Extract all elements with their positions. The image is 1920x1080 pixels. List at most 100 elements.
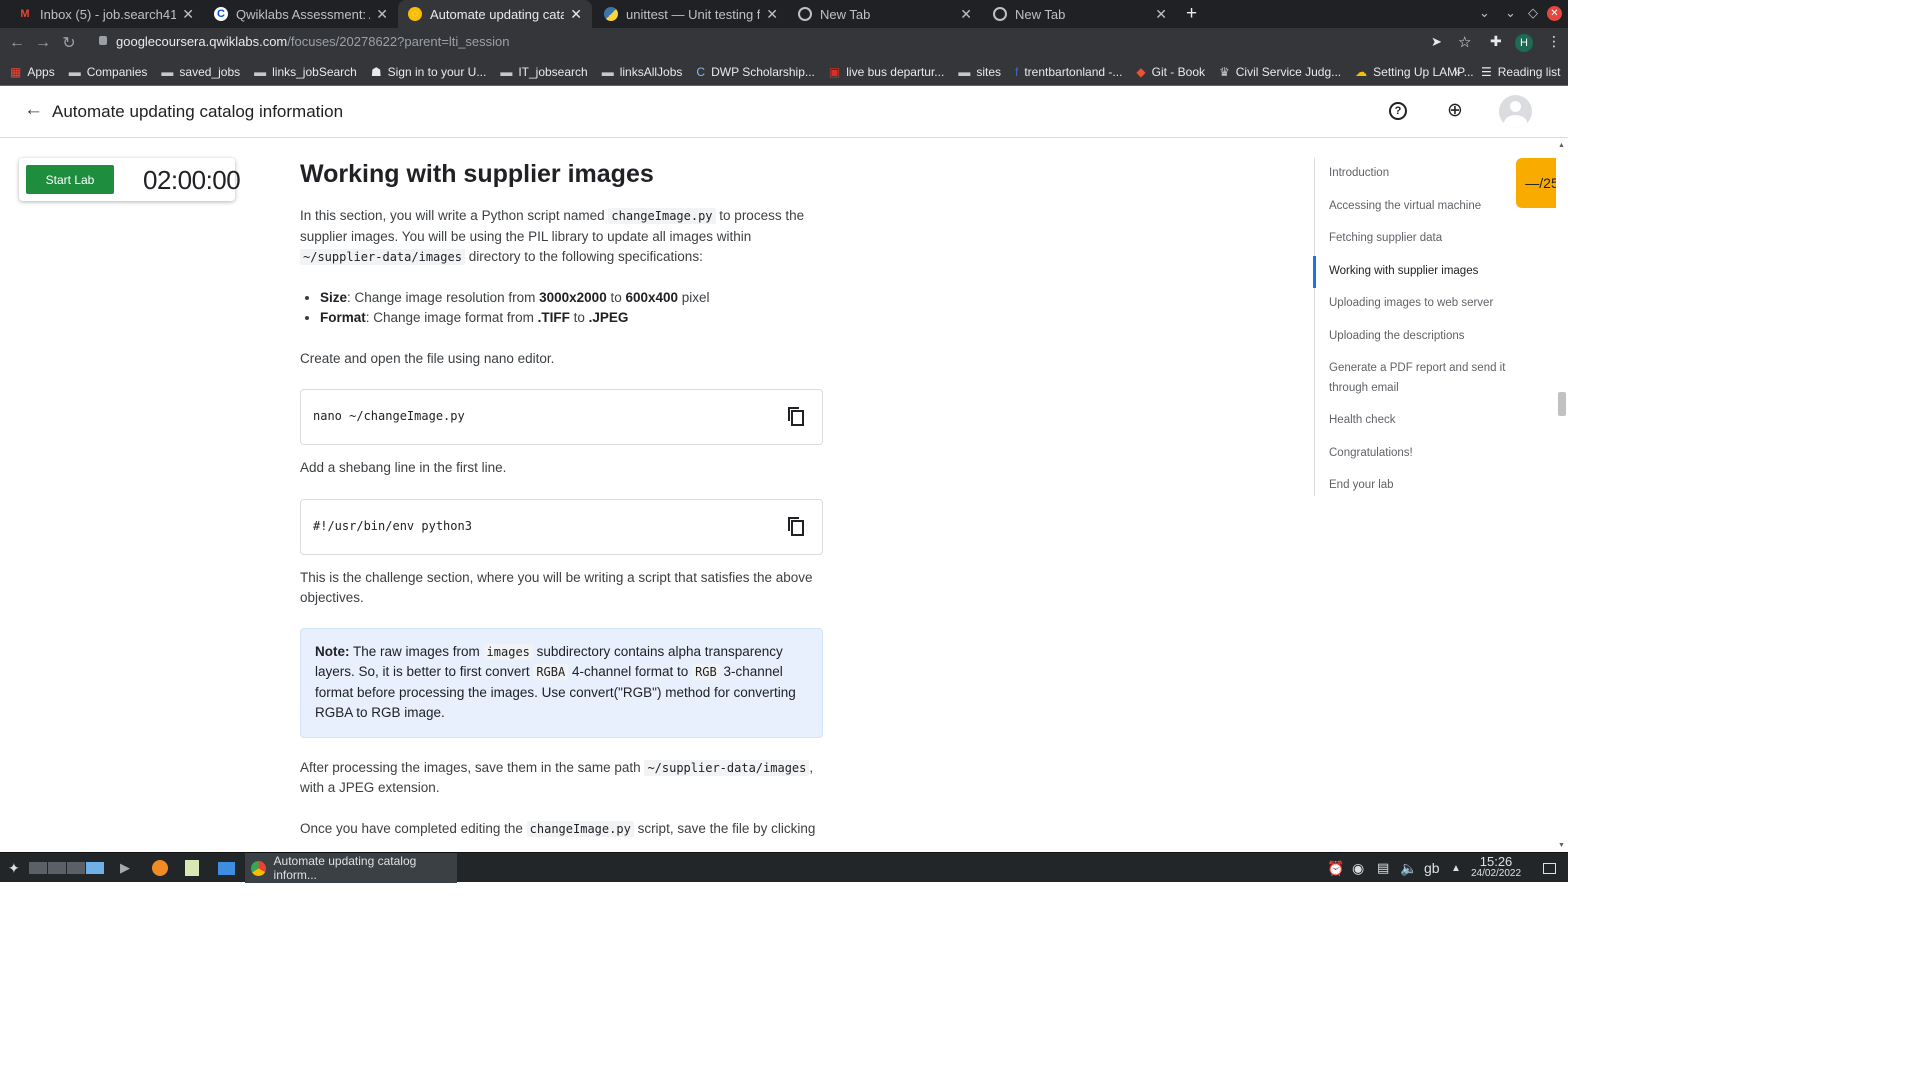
text: directory to the following specification…: [464, 249, 703, 264]
bookmark-item[interactable]: ☗ Sign in to your U...: [371, 65, 486, 79]
bookmarks-overflow-icon[interactable]: »: [1454, 65, 1461, 79]
tab-new-2[interactable]: New Tab ✕: [983, 0, 1177, 28]
clipboard-icon[interactable]: ▤: [1377, 853, 1389, 883]
forward-icon[interactable]: →: [30, 34, 56, 52]
toc-item[interactable]: Accessing the virtual machine: [1315, 197, 1514, 217]
tab-qwiklabs-assessment[interactable]: C Qwiklabs Assessment: Autom ✕: [204, 0, 398, 28]
volume-icon[interactable]: 🔈: [1400, 853, 1417, 883]
note-callout: Note: The raw images from images subdire…: [300, 627, 823, 738]
copy-icon[interactable]: [786, 406, 806, 428]
desktop-1[interactable]: [29, 862, 47, 874]
chrome-icon: [993, 7, 1007, 21]
bookmark-item[interactable]: ◆ Git - Book: [1136, 65, 1205, 79]
code-block: #!/usr/bin/env python3: [300, 498, 823, 555]
toc-item[interactable]: End your lab: [1315, 476, 1514, 496]
desktop-3[interactable]: [67, 862, 85, 874]
maximize-icon[interactable]: ◇: [1528, 5, 1538, 21]
scroll-up-icon[interactable]: ▲: [1558, 142, 1565, 149]
language-globe-icon[interactable]: ⊕: [1447, 99, 1463, 122]
bookmark-item[interactable]: ▬ IT_jobsearch: [500, 65, 587, 79]
bookmark-item[interactable]: ▦ Apps: [10, 65, 55, 79]
toc-item[interactable]: Working with supplier images: [1313, 255, 1514, 287]
network-icon[interactable]: ◉: [1352, 853, 1364, 883]
window-close-icon[interactable]: ✕: [1547, 6, 1562, 21]
send-icon[interactable]: ➤: [1431, 34, 1442, 50]
text: In this section, you will write a Python…: [300, 208, 609, 223]
virtual-desktop-pager[interactable]: [29, 853, 104, 883]
user-avatar[interactable]: [1499, 95, 1532, 128]
code-text[interactable]: nano ~/changeImage.py: [313, 409, 465, 423]
desktop-4[interactable]: [86, 862, 104, 874]
tab-gmail[interactable]: M Inbox (5) - job.search4198t@ ✕: [8, 0, 204, 28]
toc-item[interactable]: Congratulations!: [1315, 444, 1514, 464]
system-tray-expand-icon[interactable]: ▲: [1451, 853, 1461, 883]
bookmark-item[interactable]: ▬ linksAllJobs: [602, 65, 683, 79]
extensions-icon[interactable]: ✚: [1490, 33, 1502, 50]
text: Once you have completed editing the: [300, 820, 527, 836]
url-host: googlecoursera.qwiklabs.com: [116, 34, 288, 49]
code-text[interactable]: #!/usr/bin/env python3: [313, 519, 472, 533]
toc-item[interactable]: Uploading images to web server: [1315, 294, 1514, 314]
close-icon[interactable]: ✕: [960, 6, 972, 23]
avatar-head: [1510, 101, 1521, 112]
toc-item[interactable]: Generate a PDF report and send it throug…: [1315, 359, 1514, 398]
bookmark-item[interactable]: ▬ Companies: [69, 65, 148, 79]
tab-title: Inbox (5) - job.search4198t@: [40, 6, 177, 22]
tab-unittest[interactable]: unittest — Unit testing frame ✕: [594, 0, 788, 28]
toc-item[interactable]: Uploading the descriptions: [1315, 327, 1514, 347]
start-lab-button[interactable]: Start Lab: [26, 165, 114, 194]
inline-code: changeImage.py: [608, 208, 716, 224]
bookmark-item[interactable]: ▬ links_jobSearch: [254, 65, 357, 79]
bookmark-item[interactable]: C DWP Scholarship...: [696, 65, 815, 79]
bookmark-label: Companies: [86, 64, 148, 79]
desktop-2[interactable]: [48, 862, 66, 874]
taskbar-active-window[interactable]: Automate updating catalog inform...: [245, 853, 457, 883]
scroll-down-icon[interactable]: ▼: [1558, 842, 1565, 849]
bookmark-item[interactable]: ▬ saved_jobs: [161, 65, 240, 79]
copy-icon[interactable]: [786, 516, 806, 538]
show-desktop-icon[interactable]: [1543, 853, 1556, 883]
terminal-icon[interactable]: ▶: [120, 853, 130, 883]
tab-new-1[interactable]: New Tab ✕: [788, 0, 982, 28]
profile-avatar[interactable]: H: [1515, 34, 1533, 52]
close-icon[interactable]: ✕: [570, 6, 582, 23]
bookmark-item[interactable]: f trentbartonland -...: [1015, 65, 1122, 79]
kebab-menu-icon[interactable]: ⋮: [1547, 33, 1561, 50]
text-editor-icon[interactable]: [185, 853, 199, 883]
reading-list-button[interactable]: ☰ Reading list: [1481, 65, 1560, 79]
close-icon[interactable]: ✕: [182, 6, 194, 23]
help-icon[interactable]: ?: [1389, 102, 1407, 120]
app-launcher-icon[interactable]: ✦: [8, 853, 20, 883]
tab-search-icon[interactable]: ⌄: [1479, 5, 1490, 21]
close-icon[interactable]: ✕: [1155, 6, 1167, 23]
lock-icon[interactable]: [99, 36, 107, 45]
minimize-icon[interactable]: ⌄: [1505, 5, 1516, 21]
page-scrollbar[interactable]: [1556, 140, 1568, 852]
file-manager-icon[interactable]: [218, 853, 235, 883]
toc-item[interactable]: Health check: [1315, 411, 1514, 431]
back-arrow-icon[interactable]: ←: [24, 99, 43, 121]
url-field[interactable]: googlecoursera.qwiklabs.com/focuses/2027…: [116, 34, 510, 49]
bookmark-item[interactable]: ▬ sites: [958, 65, 1001, 79]
python-icon: [604, 7, 618, 21]
bold-label: Size: [320, 289, 348, 305]
back-icon[interactable]: ←: [4, 34, 30, 52]
clock[interactable]: 15:26 24/02/2022: [1471, 853, 1521, 883]
firefox-icon[interactable]: [152, 853, 168, 883]
bookmark-item[interactable]: ▣ live bus departur...: [829, 65, 944, 79]
toc-item[interactable]: Fetching supplier data: [1315, 229, 1514, 249]
tab-automate-updating[interactable]: ◌ Automate updating catalog i ✕: [398, 0, 592, 28]
bookmark-item[interactable]: ♛ Civil Service Judg...: [1219, 65, 1341, 79]
keyboard-layout[interactable]: gb: [1424, 853, 1440, 883]
star-icon[interactable]: ☆: [1458, 33, 1471, 51]
close-icon[interactable]: ✕: [766, 6, 778, 23]
scrollbar-thumb[interactable]: [1558, 392, 1566, 416]
bookmark-label: Civil Service Judg...: [1235, 64, 1342, 79]
close-icon[interactable]: ✕: [376, 6, 388, 23]
reload-icon[interactable]: ↻: [56, 33, 82, 53]
paragraph: Add a shebang line in the first line.: [300, 460, 507, 475]
avatar-body: [1504, 115, 1527, 128]
toc-item[interactable]: Introduction: [1315, 164, 1514, 184]
notifications-icon[interactable]: ⏰: [1327, 853, 1344, 883]
new-tab-button[interactable]: +: [1186, 3, 1197, 25]
